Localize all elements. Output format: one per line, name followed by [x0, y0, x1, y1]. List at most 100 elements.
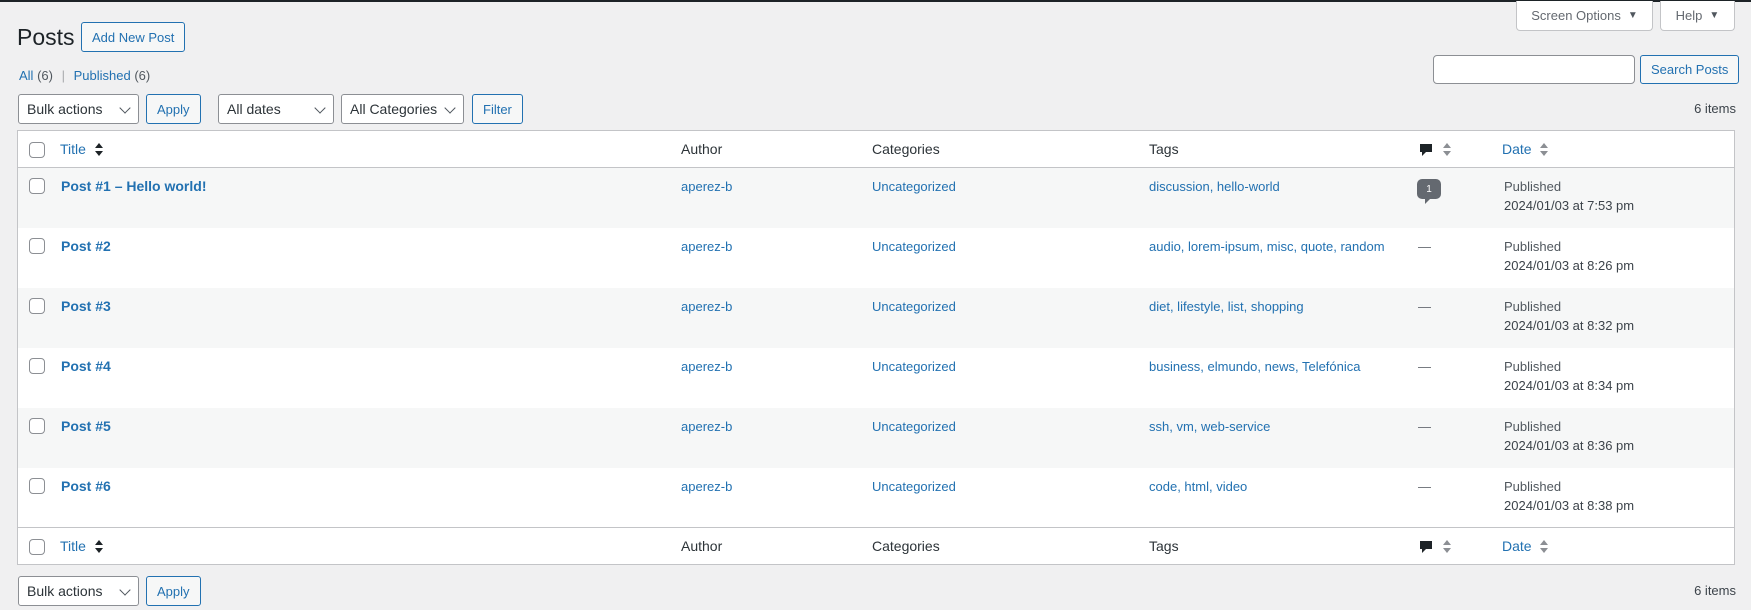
category-link[interactable]: Uncategorized: [872, 419, 956, 434]
chevron-down-icon: [119, 102, 131, 114]
add-new-post-button[interactable]: Add New Post: [81, 22, 186, 52]
author-column-header: Author: [681, 141, 723, 157]
select-all-checkbox[interactable]: [29, 142, 45, 158]
tags-column-header: Tags: [1149, 538, 1179, 554]
title-column-header[interactable]: Title: [60, 140, 103, 159]
dates-filter-select[interactable]: All dates: [218, 94, 334, 124]
table-row: Post #4 aperez-b Uncategorized business,…: [18, 348, 1734, 408]
sort-icon: [94, 540, 103, 554]
row-checkbox[interactable]: [29, 178, 45, 194]
category-link[interactable]: Uncategorized: [872, 239, 956, 254]
bulk-actions-select[interactable]: Bulk actions: [18, 94, 139, 124]
post-status: Published: [1504, 299, 1562, 314]
author-link[interactable]: aperez-b: [681, 479, 732, 494]
comment-icon: [1420, 144, 1432, 157]
post-title-link[interactable]: Post #5: [61, 418, 111, 434]
author-link[interactable]: aperez-b: [681, 359, 732, 374]
row-checkbox[interactable]: [29, 238, 45, 254]
table-row: Post #1 – Hello world! aperez-b Uncatego…: [18, 168, 1734, 228]
view-all-link[interactable]: All: [19, 68, 33, 83]
post-status: Published: [1504, 359, 1562, 374]
post-title-link[interactable]: Post #4: [61, 358, 111, 374]
comments-column-header[interactable]: [1418, 140, 1451, 159]
author-link[interactable]: aperez-b: [681, 299, 732, 314]
comment-count-badge[interactable]: 1: [1417, 179, 1441, 204]
post-status: Published: [1504, 239, 1562, 254]
no-comments-dash: —: [1418, 359, 1431, 374]
post-date: 2024/01/03 at 8:26 pm: [1504, 258, 1635, 273]
tags-links[interactable]: code, html, video: [1149, 479, 1247, 494]
post-title-link[interactable]: Post #3: [61, 298, 111, 314]
bulk-actions-value: Bulk actions: [27, 583, 103, 599]
author-link[interactable]: aperez-b: [681, 239, 732, 254]
tags-links[interactable]: discussion, hello-world: [1149, 179, 1280, 194]
sort-icon: [1442, 540, 1451, 554]
bulk-actions-select-bottom[interactable]: Bulk actions: [18, 576, 139, 606]
help-button[interactable]: Help ▼: [1660, 1, 1735, 31]
dates-filter-value: All dates: [227, 101, 281, 117]
post-status-views: All (6) | Published (6): [19, 68, 150, 83]
categories-filter-value: All Categories: [350, 101, 438, 117]
categories-filter-select[interactable]: All Categories: [341, 94, 464, 124]
post-status: Published: [1504, 179, 1562, 194]
post-status: Published: [1504, 479, 1562, 494]
post-title-link[interactable]: Post #2: [61, 238, 111, 254]
date-column-header[interactable]: Date: [1502, 140, 1549, 159]
category-link[interactable]: Uncategorized: [872, 179, 956, 194]
no-comments-dash: —: [1418, 419, 1431, 434]
views-separator: |: [61, 68, 65, 83]
category-link[interactable]: Uncategorized: [872, 299, 956, 314]
select-all-checkbox[interactable]: [29, 539, 45, 555]
screen-options-label: Screen Options: [1531, 8, 1621, 23]
apply-button-bottom[interactable]: Apply: [146, 576, 201, 606]
bulk-actions-value: Bulk actions: [27, 101, 103, 117]
title-column-header[interactable]: Title: [60, 537, 103, 556]
row-checkbox[interactable]: [29, 358, 45, 374]
filter-button[interactable]: Filter: [472, 94, 523, 124]
post-title-link[interactable]: Post #6: [61, 478, 111, 494]
sort-icon: [1442, 143, 1451, 157]
no-comments-dash: —: [1418, 239, 1431, 254]
post-date: 2024/01/03 at 7:53 pm: [1504, 198, 1635, 213]
chevron-down-icon: [444, 102, 456, 114]
no-comments-dash: —: [1418, 479, 1431, 494]
search-posts-button[interactable]: Search Posts: [1640, 55, 1740, 84]
sort-icon: [1540, 143, 1549, 157]
row-checkbox[interactable]: [29, 418, 45, 434]
tags-links[interactable]: business, elmundo, news, Telefónica: [1149, 359, 1361, 374]
no-comments-dash: —: [1418, 299, 1431, 314]
category-link[interactable]: Uncategorized: [872, 479, 956, 494]
tags-column-header: Tags: [1149, 141, 1179, 157]
view-published-link[interactable]: Published: [74, 68, 131, 83]
post-date: 2024/01/03 at 8:32 pm: [1504, 318, 1635, 333]
admin-bar-edge: [0, 0, 1751, 2]
posts-table: Title Author Categories Tags Date Post #…: [17, 130, 1735, 565]
chevron-down-icon: [314, 102, 326, 114]
author-link[interactable]: aperez-b: [681, 419, 732, 434]
search-input[interactable]: [1433, 55, 1635, 84]
comments-column-header[interactable]: [1418, 537, 1451, 556]
row-checkbox[interactable]: [29, 298, 45, 314]
chevron-down-icon: [119, 584, 131, 596]
sort-icon: [94, 143, 103, 157]
tags-links[interactable]: audio, lorem-ipsum, misc, quote, random: [1149, 239, 1385, 254]
apply-button[interactable]: Apply: [146, 94, 201, 124]
post-title-link[interactable]: Post #1 – Hello world!: [61, 178, 206, 194]
table-row: Post #6 aperez-b Uncategorized code, htm…: [18, 468, 1734, 528]
caret-down-icon: ▼: [1627, 10, 1638, 21]
screen-options-button[interactable]: Screen Options ▼: [1516, 1, 1653, 31]
tags-links[interactable]: ssh, vm, web-service: [1149, 419, 1270, 434]
items-count-bottom: 6 items: [1694, 583, 1736, 598]
comment-icon: [1420, 541, 1432, 554]
categories-column-header: Categories: [872, 538, 940, 554]
date-column-header[interactable]: Date: [1502, 537, 1549, 556]
view-published-count: (6): [134, 68, 151, 83]
table-row: Post #2 aperez-b Uncategorized audio, lo…: [18, 228, 1734, 288]
row-checkbox[interactable]: [29, 478, 45, 494]
post-date: 2024/01/03 at 8:38 pm: [1504, 498, 1635, 513]
author-link[interactable]: aperez-b: [681, 179, 732, 194]
tags-links[interactable]: diet, lifestyle, list, shopping: [1149, 299, 1304, 314]
table-header-row: Title Author Categories Tags Date: [18, 131, 1734, 168]
category-link[interactable]: Uncategorized: [872, 359, 956, 374]
post-date: 2024/01/03 at 8:34 pm: [1504, 378, 1635, 393]
